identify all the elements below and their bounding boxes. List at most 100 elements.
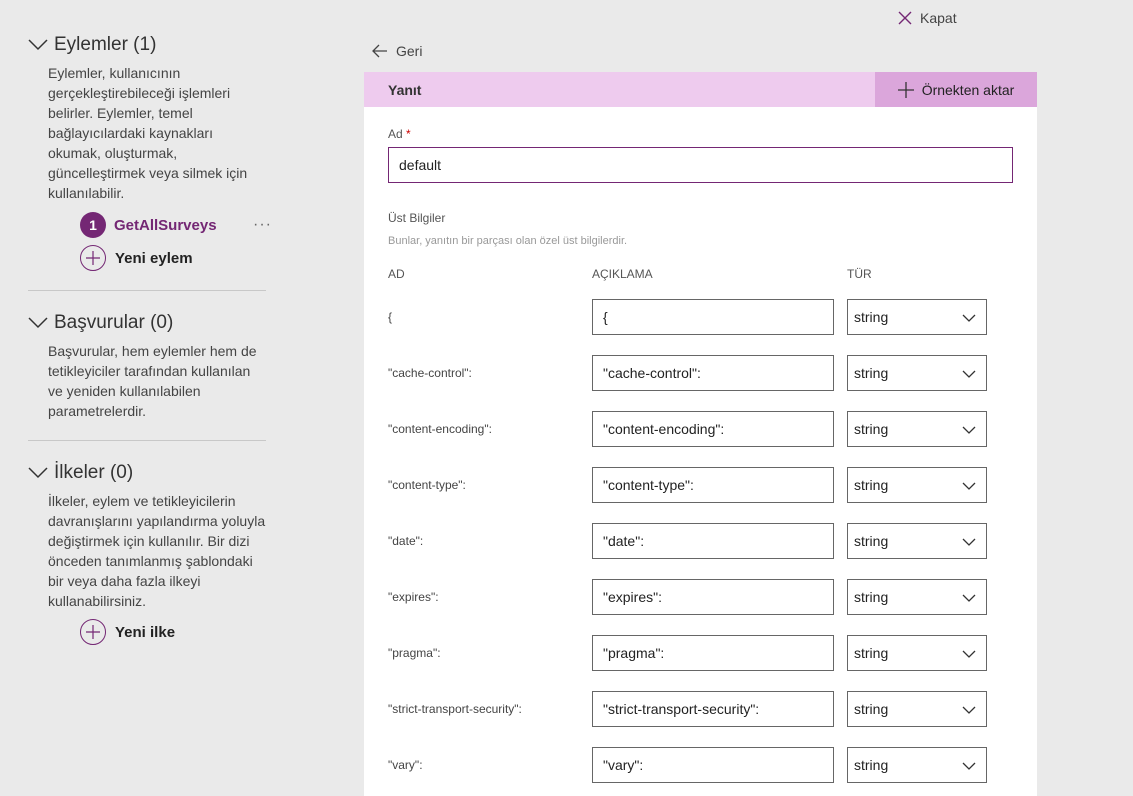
type-value: string: [854, 757, 889, 773]
divider: [28, 440, 266, 441]
new-policy-button[interactable]: Yeni ilke: [80, 619, 268, 645]
header-type-select[interactable]: string: [847, 747, 987, 783]
column-header-description: AÇIKLAMA: [592, 267, 653, 281]
header-type-select[interactable]: string: [847, 467, 987, 503]
response-title: Yanıt: [388, 81, 422, 98]
headers-description: Bunlar, yanıtın bir parçası olan özel üs…: [388, 235, 628, 247]
back-button[interactable]: Geri: [372, 43, 422, 59]
name-label-text: Ad: [388, 127, 403, 141]
type-value: string: [854, 421, 889, 437]
type-value: string: [854, 309, 889, 325]
chevron-down-icon: [962, 314, 976, 322]
column-header-name: AD: [388, 267, 405, 281]
actions-title: Eylemler (1): [54, 34, 157, 55]
divider: [28, 290, 266, 291]
header-name: "content-type":: [388, 478, 466, 492]
table-row: "date": string: [364, 523, 1037, 559]
chevron-down-icon: [962, 762, 976, 770]
table-row: "content-type": string: [364, 467, 1037, 503]
actions-description: Eylemler, kullanıcının gerçekleştirebile…: [48, 65, 248, 201]
type-value: string: [854, 533, 889, 549]
table-row: "content-encoding": string: [364, 411, 1037, 447]
close-button[interactable]: Kapat: [898, 9, 957, 27]
response-card: Yanıt Örnekten aktar Ad * Üst Bilgiler B…: [364, 72, 1037, 796]
table-row: "strict-transport-security": string: [364, 691, 1037, 727]
policies-title: İlkeler (0): [54, 462, 134, 483]
new-policy-label: Yeni ilke: [115, 623, 176, 641]
action-number-badge: 1: [80, 212, 106, 238]
required-mark: *: [406, 127, 411, 141]
header-type-select[interactable]: string: [847, 691, 987, 727]
type-value: string: [854, 645, 889, 661]
response-header: Yanıt Örnekten aktar: [364, 72, 1037, 107]
import-from-sample-button[interactable]: Örnekten aktar: [875, 72, 1037, 107]
type-value: string: [854, 477, 889, 493]
chevron-down-icon: [962, 650, 976, 658]
chevron-down-icon: [962, 426, 976, 434]
header-name: "date":: [388, 534, 424, 548]
chevron-down-icon: [962, 538, 976, 546]
chevron-down-icon: [962, 370, 976, 378]
table-row: "expires": string: [364, 579, 1037, 615]
header-name: {: [388, 310, 393, 324]
back-label: Geri: [396, 43, 423, 59]
plus-icon: [80, 245, 106, 271]
header-type-select[interactable]: string: [847, 579, 987, 615]
header-name: "expires":: [388, 590, 439, 604]
plus-icon: [80, 619, 106, 645]
plus-icon: [897, 81, 914, 98]
references-header[interactable]: Başvurular (0): [28, 311, 268, 335]
references-title: Başvurular (0): [54, 312, 174, 333]
arrow-left-icon: [372, 44, 387, 58]
more-options-icon[interactable]: ···: [253, 216, 272, 234]
table-row: "pragma": string: [364, 635, 1037, 671]
header-description-input[interactable]: [592, 747, 834, 783]
chevron-down-icon: [962, 594, 976, 602]
actions-section: Eylemler (1) Eylemler, kullanıcının gerç…: [28, 33, 271, 271]
header-type-select[interactable]: string: [847, 355, 987, 391]
new-action-button[interactable]: Yeni eylem: [80, 245, 268, 271]
table-row: { string: [364, 299, 1037, 335]
policies-section: İlkeler (0) İlkeler, eylem ve tetikleyic…: [28, 461, 268, 645]
chevron-down-icon: [28, 467, 48, 479]
table-row: "vary": string: [364, 747, 1037, 783]
name-field-label: Ad *: [388, 127, 411, 141]
chevron-down-icon: [962, 482, 976, 490]
header-name: "pragma":: [388, 646, 441, 660]
header-name: "cache-control":: [388, 366, 472, 380]
type-value: string: [854, 589, 889, 605]
chevron-down-icon: [28, 317, 48, 329]
headers-title: Üst Bilgiler: [388, 211, 446, 225]
header-description-input[interactable]: [592, 355, 834, 391]
header-description-input[interactable]: [592, 579, 834, 615]
table-row: "cache-control": string: [364, 355, 1037, 391]
header-name: "content-encoding":: [388, 422, 492, 436]
actions-header[interactable]: Eylemler (1): [28, 33, 268, 57]
type-value: string: [854, 701, 889, 717]
references-section: Başvurular (0) Başvurular, hem eylemler …: [28, 311, 268, 421]
header-description-input[interactable]: [592, 523, 834, 559]
policies-header[interactable]: İlkeler (0): [28, 461, 268, 485]
header-type-select[interactable]: string: [847, 411, 987, 447]
header-name: "vary":: [388, 758, 423, 772]
action-item-getallsurveys[interactable]: 1 GetAllSurveys ···: [80, 212, 271, 238]
type-value: string: [854, 365, 889, 381]
references-description: Başvurular, hem eylemler hem de tetikley…: [48, 343, 257, 419]
header-name: "strict-transport-security":: [388, 702, 522, 716]
header-type-select[interactable]: string: [847, 523, 987, 559]
chevron-down-icon: [28, 39, 48, 51]
header-type-select[interactable]: string: [847, 635, 987, 671]
chevron-down-icon: [962, 706, 976, 714]
action-name: GetAllSurveys: [114, 216, 217, 234]
new-action-label: Yeni eylem: [115, 249, 193, 267]
import-label: Örnekten aktar: [921, 81, 1015, 98]
name-input[interactable]: [388, 147, 1013, 183]
header-type-select[interactable]: string: [847, 299, 987, 335]
header-description-input[interactable]: [592, 467, 834, 503]
header-description-input[interactable]: [592, 411, 834, 447]
header-description-input[interactable]: [592, 691, 834, 727]
sidebar: Eylemler (1) Eylemler, kullanıcının gerç…: [28, 33, 271, 645]
column-header-type: TÜR: [847, 267, 872, 281]
header-description-input[interactable]: [592, 635, 834, 671]
header-description-input[interactable]: [592, 299, 834, 335]
